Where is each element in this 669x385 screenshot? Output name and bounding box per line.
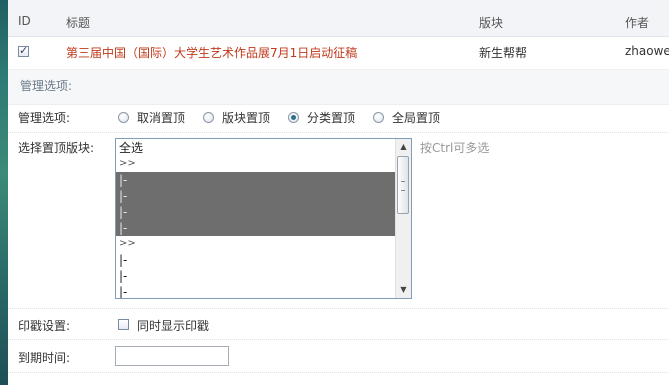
radio-category-sticky-label[interactable]: 分类置顶: [307, 109, 355, 126]
board-option[interactable]: |-: [116, 252, 397, 268]
scroll-up-arrow-icon[interactable]: ▲: [396, 140, 411, 154]
radio-global-sticky[interactable]: [373, 112, 384, 123]
stamp-checkbox[interactable]: [118, 319, 129, 330]
section-header: 管理选项:: [8, 70, 669, 105]
moderation-panel: ID 标题 版块 作者 第三届中国（国际）大学生艺术作品展7月1日启动征稿 新生…: [8, 0, 669, 385]
manage-options-label: 管理选项:: [18, 111, 71, 125]
column-header-board: 版块: [479, 16, 504, 30]
table-header: ID 标题 版块 作者: [8, 0, 669, 37]
thread-board: 新生帮帮: [479, 46, 528, 60]
stamp-label: 印戳设置:: [18, 319, 71, 333]
board-option[interactable]: |-: [116, 172, 397, 188]
row-select-checkbox[interactable]: [18, 44, 29, 57]
background-decoration: [0, 0, 8, 385]
board-option[interactable]: |-: [116, 284, 397, 298]
expire-label: 到期时间:: [18, 351, 71, 365]
radio-board-sticky[interactable]: [203, 112, 214, 123]
multiselect-hint: 按Ctrl可多选: [420, 141, 490, 155]
board-option[interactable]: >>: [116, 236, 397, 252]
manage-options-row: 管理选项: 取消置顶 版块置顶 分类置顶 全局置顶: [8, 104, 669, 133]
board-option[interactable]: |-: [116, 268, 397, 284]
column-header-title: 标题: [66, 16, 91, 30]
scroll-down-arrow-icon[interactable]: ▼: [396, 283, 411, 297]
radio-board-sticky-label[interactable]: 版块置顶: [222, 109, 270, 126]
radio-cancel-sticky[interactable]: [118, 112, 129, 123]
expire-row: 到期时间:: [8, 340, 669, 373]
board-option[interactable]: |-: [116, 204, 397, 220]
thread-title-link[interactable]: 第三届中国（国际）大学生艺术作品展7月1日启动征稿: [66, 44, 357, 61]
column-header-id: ID: [18, 14, 31, 28]
stamp-checkbox-label[interactable]: 同时显示印戳: [137, 317, 209, 334]
expire-date-input[interactable]: [115, 346, 229, 366]
board-select-label: 选择置顶版块:: [18, 141, 95, 155]
radio-cancel-sticky-label[interactable]: 取消置顶: [137, 109, 185, 126]
radio-category-sticky[interactable]: [288, 112, 299, 123]
board-option[interactable]: |-: [116, 188, 397, 204]
board-multiselect[interactable]: 全选 >> |- |- |- |- >> |- |- |- ▲ ▼: [115, 138, 412, 299]
column-header-author: 作者: [625, 16, 650, 30]
listbox-scrollbar[interactable]: ▲ ▼: [395, 139, 411, 298]
board-option[interactable]: >>: [116, 156, 397, 172]
board-option[interactable]: |-: [116, 220, 397, 236]
scrollbar-thumb[interactable]: [397, 156, 409, 214]
stamp-row: 印戳设置: 同时显示印戳: [8, 309, 669, 340]
radio-global-sticky-label[interactable]: 全局置顶: [392, 109, 440, 126]
thread-author: zhaowe: [625, 44, 669, 58]
table-row: 第三届中国（国际）大学生艺术作品展7月1日启动征稿 新生帮帮 zhaowe: [8, 37, 669, 70]
board-option[interactable]: 全选: [116, 140, 397, 156]
section-title: 管理选项:: [20, 79, 73, 93]
